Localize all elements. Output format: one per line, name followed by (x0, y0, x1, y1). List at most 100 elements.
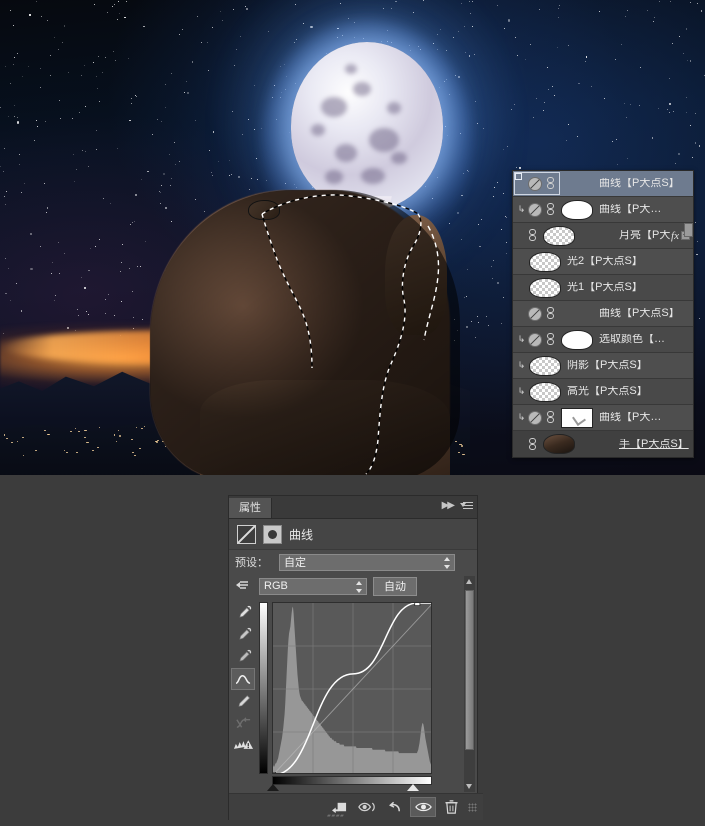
preset-select[interactable]: 自定 (279, 553, 455, 571)
properties-panel[interactable]: 属性 ▶▶ 曲线 预设： 自定 RGB 自动 ▰▰▰▰ (228, 495, 483, 820)
adjustment-icon-5[interactable] (528, 306, 542, 321)
double-right-arrow-icon[interactable]: ▶▶ (442, 500, 455, 511)
adjustment-icon-6[interactable] (528, 332, 542, 347)
properties-scrollbar-thumb[interactable] (465, 590, 474, 750)
link-icon-9[interactable] (546, 411, 556, 424)
delete-adjustment-button[interactable] (438, 797, 464, 817)
gray-point-eyedropper-icon[interactable] (231, 624, 255, 646)
layer-row-10[interactable]: 手【P大点S】 (513, 431, 693, 457)
layer-name-3: 光2【P大点S】 (567, 256, 643, 267)
layers-panel[interactable]: 曲线【P大点S】↳曲线【P大…月亮【P大…fx光2【P大点S】光1【P大点S】曲… (512, 170, 694, 458)
clipping-mask-icon-8: ↳ (517, 386, 526, 396)
properties-body: 预设： 自定 RGB 自动 ▰▰▰▰ (229, 549, 483, 820)
layer-thumb-3[interactable] (529, 251, 561, 272)
layer-row-1[interactable]: ↳ 曲线【P大… (513, 197, 693, 223)
pencil-draw-curve-icon[interactable] (231, 690, 255, 712)
chevron-updown-icon (444, 556, 451, 569)
layer-row-7[interactable]: ↳ 阴影【P大点S】 (513, 353, 693, 379)
layer-row-9[interactable]: ↳ 曲线【P大… (513, 405, 693, 431)
layer-mask-thumb-6[interactable] (561, 329, 593, 350)
layer-row-5[interactable]: 曲线【P大点S】 (513, 301, 693, 327)
preset-row: 预设： 自定 (229, 550, 477, 574)
adjustment-header: 曲线 (229, 519, 477, 549)
layer-effects-icon-2[interactable]: fx (671, 230, 679, 242)
moon-bulb-glass (291, 42, 443, 210)
properties-scrollbar[interactable] (464, 576, 475, 792)
link-icon-0[interactable] (546, 177, 556, 190)
channel-select[interactable]: RGB (259, 577, 367, 595)
layer-name-4: 光1【P大点S】 (567, 282, 643, 293)
link-icon-10[interactable] (528, 437, 538, 451)
resize-grip-icon[interactable] (468, 802, 477, 812)
curves-plot[interactable] (273, 603, 432, 774)
layer-name-10: 手【P大点S】 (619, 438, 689, 450)
preset-value: 自定 (284, 557, 306, 569)
white-point-eyedropper-icon[interactable] (231, 602, 255, 624)
curves-graph[interactable] (272, 602, 432, 774)
panel-footer-text: ▰▰▰▰ (327, 813, 345, 819)
layers-scrollbar-thumb[interactable] (684, 223, 693, 237)
smooth-curve-icon[interactable] (231, 712, 255, 734)
photoshop-window: 曲线【P大点S】↳曲线【P大…月亮【P大…fx光2【P大点S】光1【P大点S】曲… (0, 0, 705, 826)
link-icon-2[interactable] (528, 229, 538, 242)
channel-row: RGB 自动 (229, 574, 477, 598)
adjustment-icon-0[interactable] (528, 176, 542, 191)
adjustment-icon-1[interactable] (528, 202, 542, 217)
layer-name-9: 曲线【P大… (599, 412, 662, 423)
chevron-updown-icon-channel (356, 580, 363, 593)
panel-menu-icon[interactable] (460, 501, 473, 511)
layer-row-2[interactable]: 月亮【P大…fx (513, 223, 693, 249)
auto-button[interactable]: 自动 (373, 576, 417, 596)
output-gradient-bar (259, 602, 268, 774)
link-icon-1[interactable] (546, 203, 556, 216)
clipping-mask-icon-7: ↳ (517, 360, 526, 370)
scroll-up-arrow-icon[interactable] (466, 579, 472, 584)
curves-tool-column[interactable] (231, 602, 257, 756)
layer-row-0[interactable]: 曲线【P大点S】 (513, 171, 693, 197)
toggle-visibility-button[interactable] (410, 797, 436, 817)
adjustment-icon-9[interactable] (528, 410, 542, 425)
scroll-down-arrow-icon[interactable] (466, 784, 472, 789)
layer-name-2: 月亮【P大… (619, 230, 671, 241)
layer-thumb-7[interactable] (529, 355, 561, 376)
tab-properties[interactable]: 属性 (229, 498, 272, 518)
clipping-warning-icon[interactable] (231, 734, 255, 756)
adjustment-title: 曲线 (289, 527, 314, 542)
layer-name-0: 曲线【P大点S】 (599, 178, 680, 189)
layer-row-6[interactable]: ↳ 选取颜色【… (513, 327, 693, 353)
black-point-slider[interactable] (267, 784, 279, 791)
link-icon-6[interactable] (546, 333, 556, 346)
properties-tab-bar: 属性 ▶▶ (229, 496, 477, 519)
layer-thumb-10[interactable] (543, 434, 575, 454)
layer-name-5: 曲线【P大点S】 (599, 308, 680, 319)
clipping-mask-icon-6: ↳ (517, 334, 526, 344)
preview-eye-button[interactable] (354, 797, 380, 817)
layer-name-1: 曲线【P大… (599, 204, 662, 215)
reset-adjustment-button[interactable] (382, 797, 408, 817)
layer-name-6: 选取颜色【… (599, 334, 665, 345)
clipping-mask-icon-1: ↳ (517, 204, 526, 214)
layer-name-7: 阴影【P大点S】 (567, 360, 648, 371)
curves-graph-area[interactable] (259, 600, 439, 791)
layer-row-4[interactable]: 光1【P大点S】 (513, 275, 693, 301)
layer-mask-thumb-1[interactable] (561, 199, 593, 220)
properties-bottom-toolbar[interactable] (229, 793, 483, 820)
preset-label: 预设： (235, 557, 268, 569)
layer-thumb-4[interactable] (529, 277, 561, 298)
layer-thumb-8[interactable] (529, 381, 561, 402)
channel-value: RGB (264, 580, 288, 592)
curves-adjustment-icon (237, 524, 256, 544)
layer-thumb-2[interactable] (543, 225, 575, 246)
black-point-eyedropper-icon[interactable] (231, 646, 255, 668)
clipping-mask-icon-9: ↳ (517, 412, 526, 422)
layer-row-8[interactable]: ↳ 高光【P大点S】 (513, 379, 693, 405)
white-point-slider[interactable] (407, 784, 419, 791)
layer-mask-icon[interactable] (263, 524, 282, 544)
layer-mask-thumb-9[interactable] (561, 407, 593, 428)
on-image-adjust-icon[interactable] (235, 579, 253, 593)
layer-row-3[interactable]: 光2【P大点S】 (513, 249, 693, 275)
curve-point-tool-icon[interactable] (231, 668, 255, 690)
layer-name-8: 高光【P大点S】 (567, 386, 648, 397)
link-icon-5[interactable] (546, 307, 556, 320)
hand-shadow (150, 190, 460, 475)
